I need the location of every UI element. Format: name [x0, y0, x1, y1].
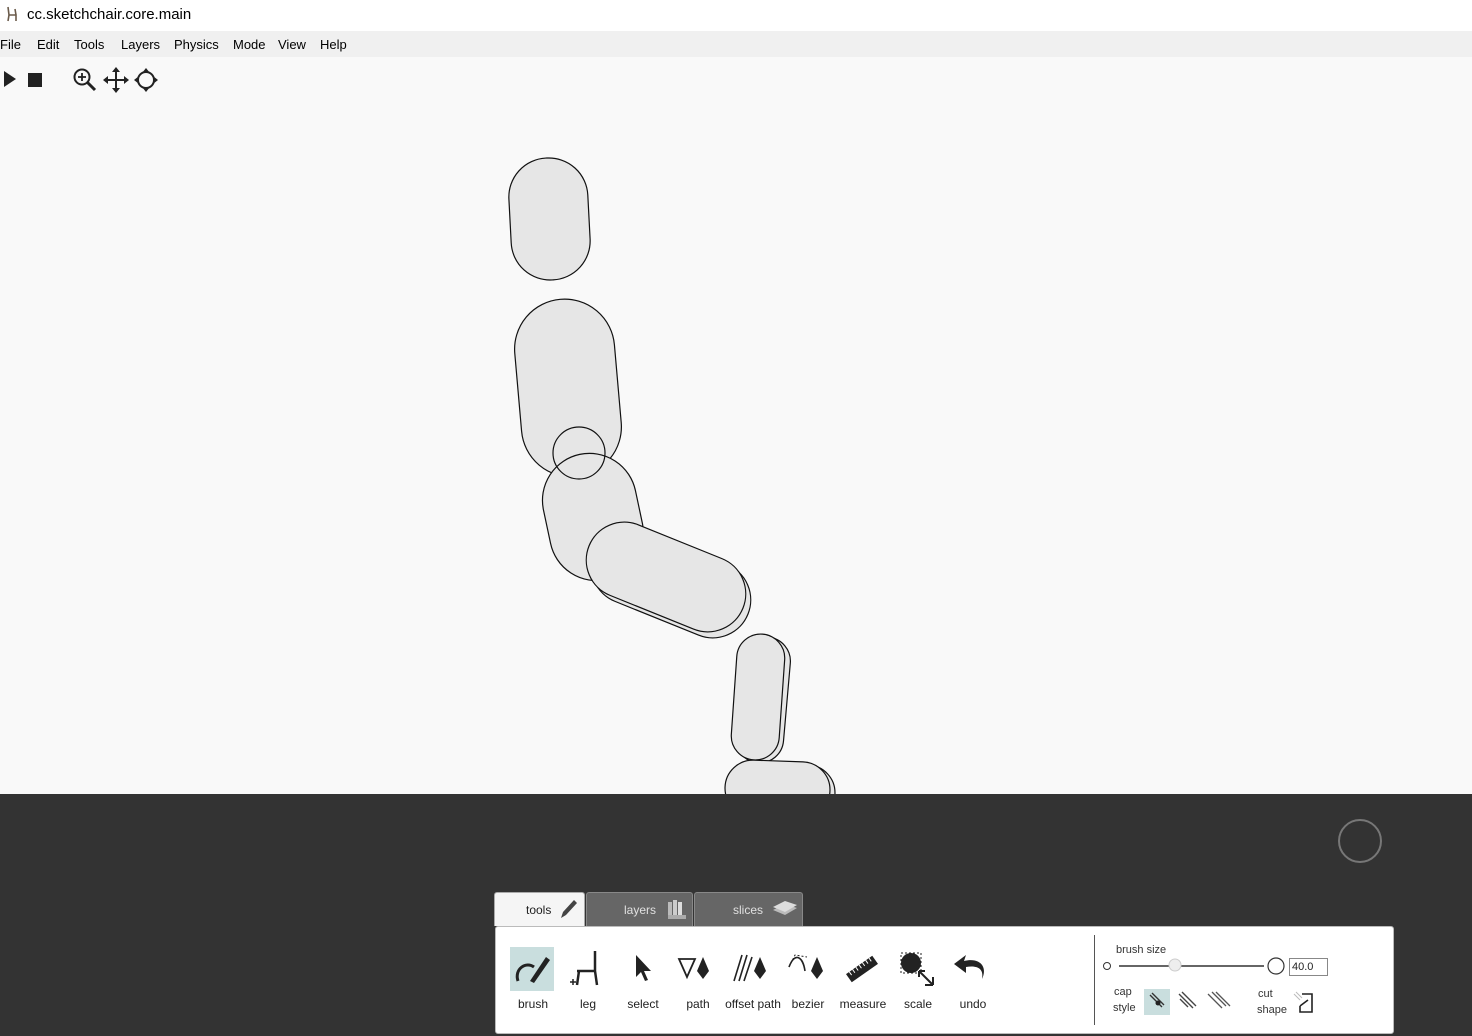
- toolbar: [0, 57, 1472, 101]
- cap-style-label-2: style: [1113, 1002, 1136, 1014]
- menu-bar: File Edit Tools Layers Physics Mode View…: [0, 31, 1472, 57]
- cut-shape-label-2: shape: [1257, 1004, 1287, 1016]
- cut-shape-button[interactable]: [1292, 990, 1318, 1016]
- pencil-icon: [561, 900, 577, 918]
- zoom-icon[interactable]: [72, 67, 98, 93]
- cut-shape-label-1: cut: [1258, 988, 1273, 1000]
- scale-icon: [900, 952, 934, 986]
- leg-icon: [570, 951, 599, 986]
- play-icon[interactable]: [3, 70, 17, 88]
- tab-layers-label: layers: [624, 903, 657, 917]
- rotate-icon[interactable]: [133, 67, 159, 93]
- ruler-icon: [846, 955, 878, 983]
- brush-size-max-icon: [1267, 957, 1285, 975]
- menu-help[interactable]: Help: [320, 37, 347, 52]
- tab-tools[interactable]: tools: [494, 892, 585, 926]
- cap-round-icon: [1149, 992, 1165, 1008]
- menu-mode[interactable]: Mode: [233, 37, 266, 52]
- menu-physics[interactable]: Physics: [174, 37, 219, 52]
- cap-style-round-button[interactable]: [1144, 989, 1170, 1015]
- window-title: cc.sketchchair.core.main: [27, 6, 192, 23]
- brush-size-slider-handle[interactable]: [1167, 957, 1183, 973]
- cap-style-label-1: cap: [1114, 986, 1132, 998]
- offset-path-icon: [733, 954, 766, 982]
- brush-size-slider[interactable]: [1119, 965, 1264, 967]
- stop-icon[interactable]: [27, 72, 43, 88]
- panel-divider: [1094, 935, 1095, 1025]
- menu-edit[interactable]: Edit: [37, 37, 59, 52]
- tab-slices-label: slices: [733, 903, 764, 917]
- menu-layers[interactable]: Layers: [121, 37, 160, 52]
- ergonomic-figure: [508, 157, 836, 794]
- sketch-canvas[interactable]: [0, 101, 1472, 794]
- bezier-icon: [788, 954, 823, 979]
- undo-icon: [954, 955, 984, 979]
- figure-torso: [514, 298, 622, 478]
- menu-file[interactable]: File: [0, 37, 21, 52]
- cap-style-square-button[interactable]: [1174, 989, 1200, 1015]
- menu-tools[interactable]: Tools: [74, 37, 104, 52]
- brush-size-input[interactable]: 40.0: [1289, 958, 1328, 976]
- undo-tool-button[interactable]: undo: [948, 945, 998, 1011]
- layers-icon: [668, 900, 686, 919]
- tool-panel: brush leg select path offset path bezier…: [495, 926, 1394, 1034]
- app-chair-icon: [7, 6, 17, 22]
- pan-icon[interactable]: [103, 67, 129, 93]
- brush-size-min-icon: [1103, 962, 1111, 970]
- brush-size-label: brush size: [1116, 944, 1167, 956]
- undo-tool-label: undo: [959, 997, 987, 1011]
- title-bar: cc.sketchchair.core.main: [0, 0, 1472, 31]
- menu-view[interactable]: View: [278, 37, 306, 52]
- tab-slices[interactable]: slices: [694, 892, 803, 926]
- select-cursor-icon: [636, 955, 651, 981]
- figure-thigh-front: [585, 521, 747, 633]
- figure-shin-front: [730, 633, 786, 761]
- brush-preview-circle: [1338, 819, 1382, 863]
- brush-icon: [510, 947, 554, 991]
- tab-layers[interactable]: layers: [586, 892, 693, 926]
- figure-foot-front: [724, 759, 831, 794]
- path-pen-icon: [677, 957, 709, 980]
- tab-tools-label: tools: [526, 903, 552, 917]
- figure-head: [508, 157, 591, 281]
- slices-icon: [773, 901, 797, 915]
- cap-style-flat-button[interactable]: [1204, 989, 1234, 1015]
